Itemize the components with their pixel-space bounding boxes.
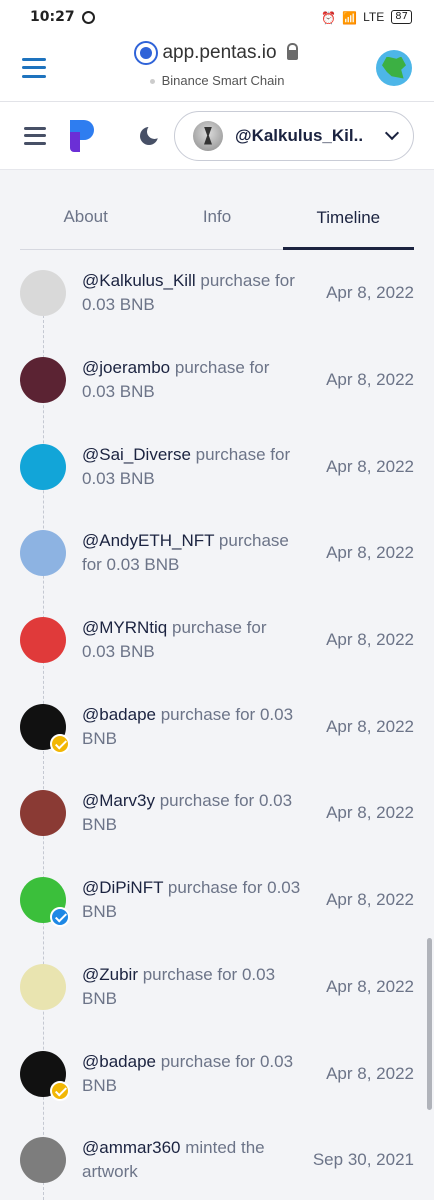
timeline-text: @MYRNtiq purchase for 0.03 BNB xyxy=(82,616,304,664)
timeline-username[interactable]: @MYRNtiq xyxy=(82,618,167,637)
timeline-date: Sep 30, 2021 xyxy=(312,1150,414,1170)
timeline-date: Apr 8, 2022 xyxy=(326,370,414,390)
app-menu-button[interactable] xyxy=(24,126,46,145)
timeline-item: @Kalkulus_Kill purchase for 0.03 BNB Apr … xyxy=(20,250,414,337)
timeline-username[interactable]: @DiPiNFT xyxy=(82,878,163,897)
timeline-username[interactable]: @Zubir xyxy=(82,965,138,984)
timeline-list: @Kalkulus_Kill purchase for 0.03 BNB Apr … xyxy=(0,250,434,1200)
timeline-text: @DiPiNFT purchase for 0.03 BNB xyxy=(82,876,304,924)
timeline-date: Apr 8, 2022 xyxy=(326,456,414,476)
timeline-username[interactable]: @AndyETH_NFT xyxy=(82,531,214,550)
android-status-bar: 10:27 ⏰ 📶 LTE 87 xyxy=(0,0,434,34)
dark-mode-toggle-icon[interactable] xyxy=(140,123,162,146)
timeline-text: @joerambo purchase for 0.03 BNB xyxy=(82,356,304,404)
anime-character-avatar[interactable] xyxy=(20,357,66,404)
tab-about[interactable]: About xyxy=(20,207,151,249)
url-text[interactable]: app.pentas.io xyxy=(162,42,276,64)
blue-doodle-avatar[interactable] xyxy=(20,963,66,1010)
timeline-text: @Zubir purchase for 0.03 BNB xyxy=(82,963,304,1011)
timeline-date: Apr 8, 2022 xyxy=(326,543,414,563)
verified-badge-icon xyxy=(50,1080,70,1101)
browser-bar: app.pentas.io Binance Smart Chain xyxy=(0,34,434,102)
network-dot-icon xyxy=(149,79,155,85)
letter-s-avatar[interactable] xyxy=(20,443,66,490)
detail-tabs: About Info Timeline xyxy=(20,170,414,250)
tab-timeline[interactable]: Timeline xyxy=(282,208,414,250)
clock: 10:27 xyxy=(30,9,75,25)
timeline-date: Apr 8, 2022 xyxy=(326,976,414,996)
battery-indicator: 87 xyxy=(391,10,412,24)
timeline-text: @AndyETH_NFT purchase for 0.03 BNB xyxy=(82,529,304,577)
timeline-date: Apr 8, 2022 xyxy=(326,716,414,736)
timeline-item: @badape purchase for 0.03 BNB Apr 8, 2022 xyxy=(20,683,414,770)
user-name: @Kalkulus_Kil.. xyxy=(235,125,364,145)
timeline-username[interactable]: @badape xyxy=(82,705,156,724)
timeline-item: @Zubir purchase for 0.03 BNB Apr 8, 2022 xyxy=(20,944,414,1031)
rising-sun-ape-avatar[interactable] xyxy=(20,617,66,664)
timeline-text: @Marv3y purchase for 0.03 BNB xyxy=(82,789,304,837)
timeline-item: @Sai_Diverse purchase for 0.03 BNB Apr 8,… xyxy=(20,423,414,510)
wifi-icon: 📶 xyxy=(342,11,358,25)
whatsapp-notification-icon xyxy=(81,10,95,24)
alarm-icon: ⏰ xyxy=(321,11,337,25)
timeline-item: @joerambo purchase for 0.03 BNB Apr 8, 20… xyxy=(20,337,414,424)
user-dropdown[interactable]: @Kalkulus_Kil.. xyxy=(174,110,414,161)
timeline-item: @ammar360 minted the artwork Sep 30, 2021 xyxy=(20,1117,414,1200)
green-ape-avatar[interactable] xyxy=(20,1050,70,1101)
grey-artwork-avatar[interactable] xyxy=(20,1137,66,1184)
hourglass-avatar[interactable] xyxy=(20,270,66,317)
network-label: LTE xyxy=(363,10,385,24)
timeline-username[interactable]: @ammar360 xyxy=(82,1138,181,1157)
pentas-logo[interactable] xyxy=(70,119,96,152)
url-display: app.pentas.io Binance Smart Chain xyxy=(0,42,434,88)
lock-icon xyxy=(286,43,298,60)
timeline-text: @Sai_Diverse purchase for 0.03 BNB xyxy=(82,443,304,491)
verified-badge-icon xyxy=(50,733,70,754)
timeline-date: Apr 8, 2022 xyxy=(326,1063,414,1083)
timeline-username[interactable]: @joerambo xyxy=(82,358,170,377)
timeline-username[interactable]: @Sai_Diverse xyxy=(82,445,191,464)
cartoon-face-avatar[interactable] xyxy=(20,530,66,577)
green-ape-avatar[interactable] xyxy=(20,703,70,754)
timeline-item: @MYRNtiq purchase for 0.03 BNB Apr 8, 202… xyxy=(20,597,414,684)
timeline-username[interactable]: @Kalkulus_Kill xyxy=(82,271,196,290)
timeline-text: @badape purchase for 0.03 BNB xyxy=(82,1050,304,1098)
timeline-date: Apr 8, 2022 xyxy=(326,890,414,910)
tab-info[interactable]: Info xyxy=(151,207,282,249)
scrollbar[interactable] xyxy=(427,938,432,1110)
green-ape-cap-avatar[interactable] xyxy=(20,877,70,928)
app-header: @Kalkulus_Kil.. xyxy=(0,102,434,170)
verified-badge-icon xyxy=(50,907,70,928)
timeline-item: @badape purchase for 0.03 BNB Apr 8, 2022 xyxy=(20,1030,414,1117)
timeline-date: Apr 8, 2022 xyxy=(326,630,414,650)
timeline-username[interactable]: @Marv3y xyxy=(82,791,155,810)
chevron-down-icon xyxy=(384,125,400,141)
timeline-item: @DiPiNFT purchase for 0.03 BNB Apr 8, 202… xyxy=(20,857,414,944)
wallet-avatar[interactable] xyxy=(376,49,412,86)
timeline-text: @Kalkulus_Kill purchase for 0.03 BNB xyxy=(82,269,304,317)
timeline-text: @badape purchase for 0.03 BNB xyxy=(82,703,304,751)
timeline-date: Apr 8, 2022 xyxy=(326,803,414,823)
network-subtitle: Binance Smart Chain xyxy=(161,73,285,88)
pixel-ape-avatar[interactable] xyxy=(20,790,66,837)
status-icons: ⏰ 📶 LTE 87 xyxy=(321,10,412,25)
timeline-username[interactable]: @badape xyxy=(82,1052,156,1071)
user-avatar xyxy=(193,120,223,151)
timeline-date: Apr 8, 2022 xyxy=(326,283,414,303)
timeline-item: @Marv3y purchase for 0.03 BNB Apr 8, 2022 xyxy=(20,770,414,857)
site-favicon-icon xyxy=(136,43,157,63)
timeline-text: @ammar360 minted the artwork xyxy=(82,1136,304,1184)
timeline-item: @AndyETH_NFT purchase for 0.03 BNB Apr 8,… xyxy=(20,510,414,597)
